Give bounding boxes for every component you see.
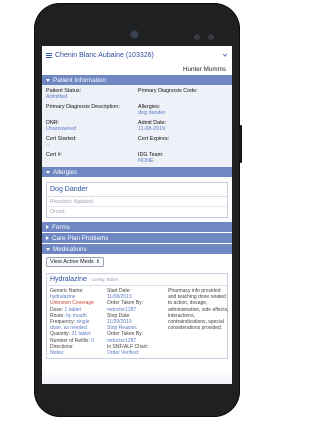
clinician-name: Hunter Mumms [182, 66, 226, 73]
collapse-caret-icon [46, 247, 50, 251]
field-label: Primary Diagnosis Code: [138, 88, 198, 94]
section-allergies[interactable]: Allergies [42, 167, 232, 177]
section-medications[interactable]: Medications [42, 244, 232, 254]
patient-status-field: Patient Status: Admitted [46, 88, 138, 100]
expand-caret-icon [46, 225, 49, 229]
front-camera-icon [131, 31, 138, 38]
field-value: dog dander [138, 110, 166, 116]
hamburger-menu-icon[interactable] [46, 52, 52, 58]
field-value: 11-08-2019 [138, 126, 166, 132]
view-meds-select[interactable]: View Active Meds ⇕ [46, 257, 104, 267]
primary-dx-code-field: Primary Diagnosis Code: [138, 88, 230, 100]
medication-strength: - 10 Mg Tablet [88, 277, 118, 282]
sensor-icon [194, 34, 200, 40]
app-header: Chenin Blanc Aubaine (103326) [42, 46, 232, 64]
phone-side-button[interactable] [239, 125, 242, 163]
allergy-reaction: Reaction: Agitated [47, 197, 227, 207]
section-title: Medications [53, 245, 87, 253]
cert-started-field: Cert Started: -- [46, 136, 138, 148]
dnr-field: DNR: Unanswered [46, 120, 138, 132]
medication-details: Generic Name: hydralazine Unknown Covera… [47, 286, 229, 358]
section-forms[interactable]: Forms [42, 222, 232, 232]
expand-caret-icon [46, 236, 49, 240]
allergy-card[interactable]: Dog Dander Reaction: Agitated Onset: [46, 182, 228, 218]
collapse-caret-icon [46, 170, 50, 174]
allergy-onset: Onset: [50, 209, 66, 215]
allergies-field: Allergies: dog dander [138, 104, 230, 116]
sensor-icon [208, 34, 214, 40]
field-value: Admitted [46, 94, 68, 100]
patient-title[interactable]: Chenin Blanc Aubaine (103326) [55, 52, 219, 59]
patient-info-panel: Patient Status: Admitted Primary Diagnos… [42, 85, 232, 167]
pharmacy-notes: Pharmacy info provided and teaching done… [168, 288, 229, 332]
section-title: Forms [52, 223, 70, 231]
idg-team-field: IDG Team: NONE [138, 152, 230, 164]
section-title: Care Plan Problems [52, 234, 109, 242]
medication-col-2: Start Date: 11/08/2019 Order Taken By: m… [107, 288, 167, 356]
chevron-down-icon[interactable] [222, 52, 228, 58]
medications-filter-row: View Active Meds ⇕ [42, 254, 232, 270]
field-value: Unanswered [46, 126, 77, 132]
section-title: Allergies [53, 168, 78, 176]
section-care-plan-problems[interactable]: Care Plan Problems [42, 233, 232, 243]
allergy-name: Dog Dander [47, 183, 227, 197]
medication-name: Hydralazine [50, 276, 87, 283]
section-patient-information[interactable]: Patient Information [42, 75, 232, 85]
phone-top-bezel [34, 3, 240, 47]
medication-col-1: Generic Name: hydralazine Unknown Covera… [50, 288, 106, 356]
field-value: NONE [138, 158, 154, 164]
admit-date-field: Admit Date: 11-08-2019 [138, 120, 230, 132]
allergies-panel: Dog Dander Reaction: Agitated Onset: [42, 177, 232, 222]
collapse-caret-icon [46, 78, 50, 82]
med-line: Order Verified: [107, 350, 140, 357]
select-arrows-icon: ⇕ [95, 258, 100, 265]
med-line: Notes: [50, 350, 65, 357]
field-label: Cert Expires: [138, 136, 170, 142]
field-label: Cert #: [46, 152, 63, 158]
field-value: -- [46, 142, 50, 148]
medication-card[interactable]: Hydralazine - 10 Mg Tablet Generic Name: … [46, 273, 229, 360]
section-title: Patient Information [53, 76, 106, 84]
field-label: Primary Diagnosis Description: [46, 104, 120, 110]
view-meds-value: View Active Meds [50, 259, 94, 265]
screen-bottom-fade [42, 370, 232, 384]
primary-dx-desc-field: Primary Diagnosis Description: [46, 104, 138, 116]
medication-title: Hydralazine - 10 Mg Tablet [47, 274, 227, 286]
app-screen: Chenin Blanc Aubaine (103326) Hunter Mum… [42, 46, 232, 384]
cert-expires-field: Cert Expires: [138, 136, 230, 148]
cert-number-field: Cert #: [46, 152, 138, 164]
